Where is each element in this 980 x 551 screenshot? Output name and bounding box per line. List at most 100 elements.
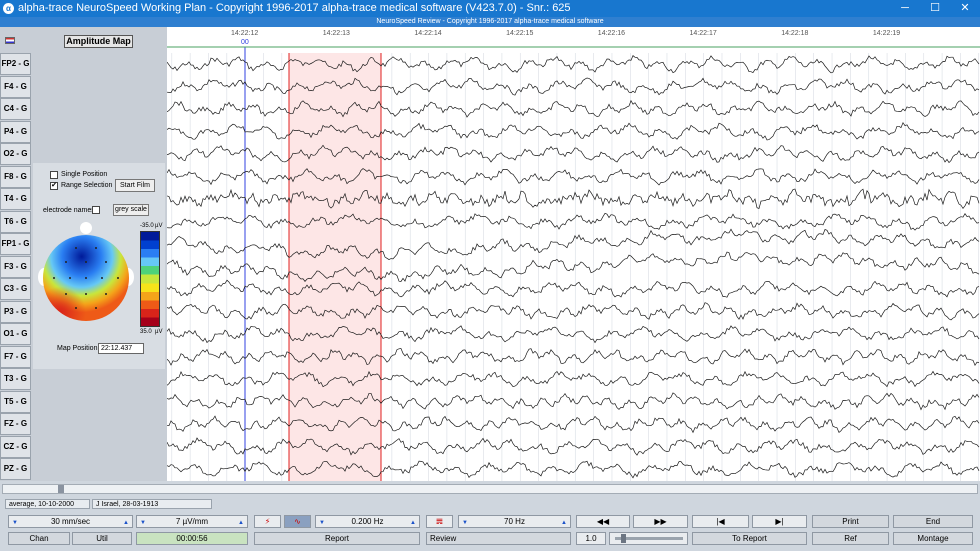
control-footer: average, 10-10-2000 J Israel, 28-03-1913… (0, 481, 980, 551)
range-selection-highlight[interactable] (289, 53, 381, 481)
high-filter-value: 70 Hz (504, 517, 525, 526)
decrease-sensitivity-icon[interactable]: ▼ (140, 518, 146, 529)
to-report-button[interactable]: To Report (692, 532, 807, 545)
go-to-start-button[interactable]: |◀ (692, 515, 749, 528)
left-pane: Amplitude Map FP2 - G F4 - G C4 - G P4 - GO… (0, 27, 167, 481)
review-button[interactable]: Review (426, 532, 571, 545)
title-bar: α alpha-trace NeuroSpeed Working Plan - … (0, 0, 980, 17)
time-label: 14:22:12 (231, 30, 258, 37)
util-button[interactable]: Util (72, 532, 132, 545)
scale-bottom-unit: µV (155, 329, 163, 335)
head-topography-map[interactable] (36, 220, 136, 336)
channel-label[interactable]: T5 - G (0, 390, 31, 413)
electrode-names-label: electrode names (43, 207, 95, 214)
fast-forward-button[interactable]: ▶▶ (633, 515, 688, 528)
window-title: alpha-trace NeuroSpeed Working Plan - Co… (18, 2, 571, 14)
patient-info: J Israel, 28-03-1913 (92, 499, 212, 509)
increase-high-filter-icon[interactable]: ▲ (561, 518, 567, 529)
maximize-button[interactable]: ☐ (920, 0, 950, 17)
map-position-label: Map Position: (57, 345, 100, 352)
channel-label[interactable]: PZ - G (0, 458, 31, 480)
language-flag-icon[interactable] (5, 37, 15, 44)
range-selection-checkbox[interactable]: ✔ (50, 182, 58, 190)
increase-sensitivity-icon[interactable]: ▲ (238, 518, 244, 529)
speed-selector[interactable]: ▼ 30 mm/sec ▲ (8, 515, 133, 528)
decrease-low-filter-icon[interactable]: ▼ (319, 518, 325, 529)
report-button[interactable]: Report (254, 532, 420, 545)
scrollbar-thumb[interactable] (58, 485, 64, 493)
single-position-label: Single Position (61, 171, 108, 178)
zoom-slider[interactable] (609, 532, 688, 545)
time-labels: 14:22:12 14:22:13 14:22:14 14:22:15 14:22:16… (167, 30, 980, 48)
app-logo-icon: α (3, 3, 14, 14)
go-to-end-button[interactable]: ▶| (752, 515, 807, 528)
low-filter-value: 0.200 Hz (351, 517, 384, 526)
map-position-field[interactable]: 22:12.437 (98, 343, 144, 354)
montage-description: average, 10-10-2000 (5, 499, 90, 509)
elapsed-time-display: 00:00:56 (136, 532, 248, 545)
start-film-button[interactable]: Start Film (115, 179, 155, 192)
channel-label[interactable]: C3 - G (0, 278, 31, 300)
sensitivity-value: 7 µV/mm (175, 517, 209, 526)
time-label: 14:22:19 (873, 30, 900, 37)
ref-button[interactable]: Ref (812, 532, 889, 545)
channel-label-column: FP2 - G F4 - G C4 - G P4 - G O2 - G F8 - G T4 … (0, 53, 31, 481)
channel-label[interactable]: FP1 - G (0, 233, 31, 255)
high-filter-icon-button[interactable]: 𝌇 (426, 515, 453, 528)
zoom-slider-thumb[interactable] (621, 534, 626, 543)
low-filter-selector[interactable]: ▼ 0.200 Hz ▲ (315, 515, 420, 528)
channel-label[interactable]: F8 - G (0, 165, 31, 188)
cursor-label: 00 (241, 39, 249, 46)
channel-label[interactable]: O1 - G (0, 323, 31, 345)
scale-top-unit: µV (155, 223, 163, 229)
time-label: 14:22:18 (781, 30, 808, 37)
scale-top-value: -35.0 (140, 223, 154, 229)
sensitivity-selector[interactable]: ▼ 7 µV/mm ▲ (136, 515, 248, 528)
zoom-value: 1.0 (576, 532, 606, 545)
channel-label[interactable]: F3 - G (0, 255, 31, 278)
channel-label[interactable]: P3 - G (0, 300, 31, 323)
application-window: α alpha-trace NeuroSpeed Working Plan - … (0, 0, 980, 551)
time-label: 14:22:16 (598, 30, 625, 37)
channel-label[interactable]: C4 - G (0, 98, 31, 120)
speed-value: 30 mm/sec (50, 517, 91, 526)
decrease-speed-icon[interactable]: ▼ (12, 518, 18, 529)
time-label: 14:22:17 (690, 30, 717, 37)
time-label: 14:22:14 (414, 30, 441, 37)
high-filter-selector[interactable]: ▼ 70 Hz ▲ (458, 515, 571, 528)
waveform-button[interactable]: ∿ (284, 515, 311, 528)
decrease-high-filter-icon[interactable]: ▼ (462, 518, 468, 529)
close-button[interactable]: ✕ (950, 0, 980, 17)
chan-button[interactable]: Chan (8, 532, 70, 545)
range-selection-label: Range Selection (61, 182, 113, 189)
electrode-names-checkbox[interactable] (92, 206, 100, 214)
grey-scale-button[interactable]: grey scale (113, 204, 149, 216)
channel-label[interactable]: FZ - G (0, 413, 31, 435)
increase-low-filter-icon[interactable]: ▲ (410, 518, 416, 529)
scale-bottom-value: 35.0 (140, 329, 152, 335)
channel-label[interactable]: CZ - G (0, 435, 31, 458)
notch-filter-button[interactable]: ⚡ (254, 515, 281, 528)
print-button[interactable]: Print (812, 515, 889, 528)
single-position-checkbox[interactable] (50, 171, 58, 179)
channel-label[interactable]: T4 - G (0, 188, 31, 210)
increase-speed-icon[interactable]: ▲ (123, 518, 129, 529)
time-scrollbar[interactable] (2, 484, 978, 494)
montage-button[interactable]: Montage (893, 532, 973, 545)
channel-label[interactable]: FP2 - G (0, 53, 31, 75)
time-label: 14:22:13 (323, 30, 350, 37)
review-subtitle: NeuroSpeed Review - Copyright 1996-2017 … (0, 17, 980, 27)
amplitude-map-button[interactable]: Amplitude Map (64, 35, 133, 48)
channel-label[interactable]: O2 - G (0, 143, 31, 165)
rewind-button[interactable]: ◀◀ (576, 515, 630, 528)
channel-label[interactable]: T6 - G (0, 210, 31, 233)
minimize-button[interactable]: ─ (890, 0, 920, 17)
end-button[interactable]: End (893, 515, 973, 528)
color-scale-bar (140, 231, 160, 327)
amplitude-map-panel: Single Position ✔ Range Selection Start … (33, 163, 165, 369)
channel-label[interactable]: T3 - G (0, 368, 31, 390)
channel-label[interactable]: F4 - G (0, 75, 31, 98)
channel-label[interactable]: F7 - G (0, 345, 31, 368)
channel-label[interactable]: P4 - G (0, 120, 31, 143)
eeg-trace-view[interactable]: 00 14:22:12 14:22:13 14:22:14 14:22:15 14:22… (167, 27, 980, 481)
